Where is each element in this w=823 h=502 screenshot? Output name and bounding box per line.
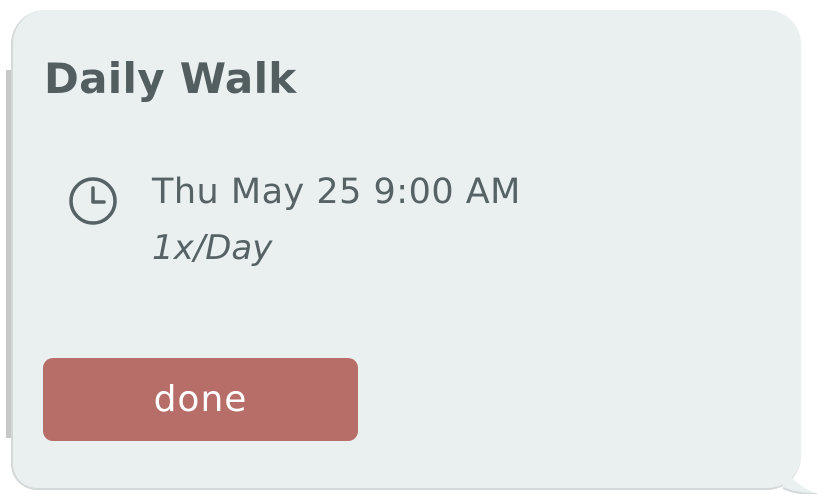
- schedule-frequency: 1x/Day: [152, 228, 273, 268]
- schedule-datetime: Thu May 25 9:00 AM: [152, 172, 521, 212]
- done-button[interactable]: done: [43, 358, 358, 441]
- clock-icon: [69, 177, 117, 225]
- task-title: Daily Walk: [44, 54, 297, 103]
- message-area: Daily Walk Thu May 25 9:00 AM 1x/Day don…: [0, 0, 823, 502]
- bubble-tail: [783, 454, 817, 494]
